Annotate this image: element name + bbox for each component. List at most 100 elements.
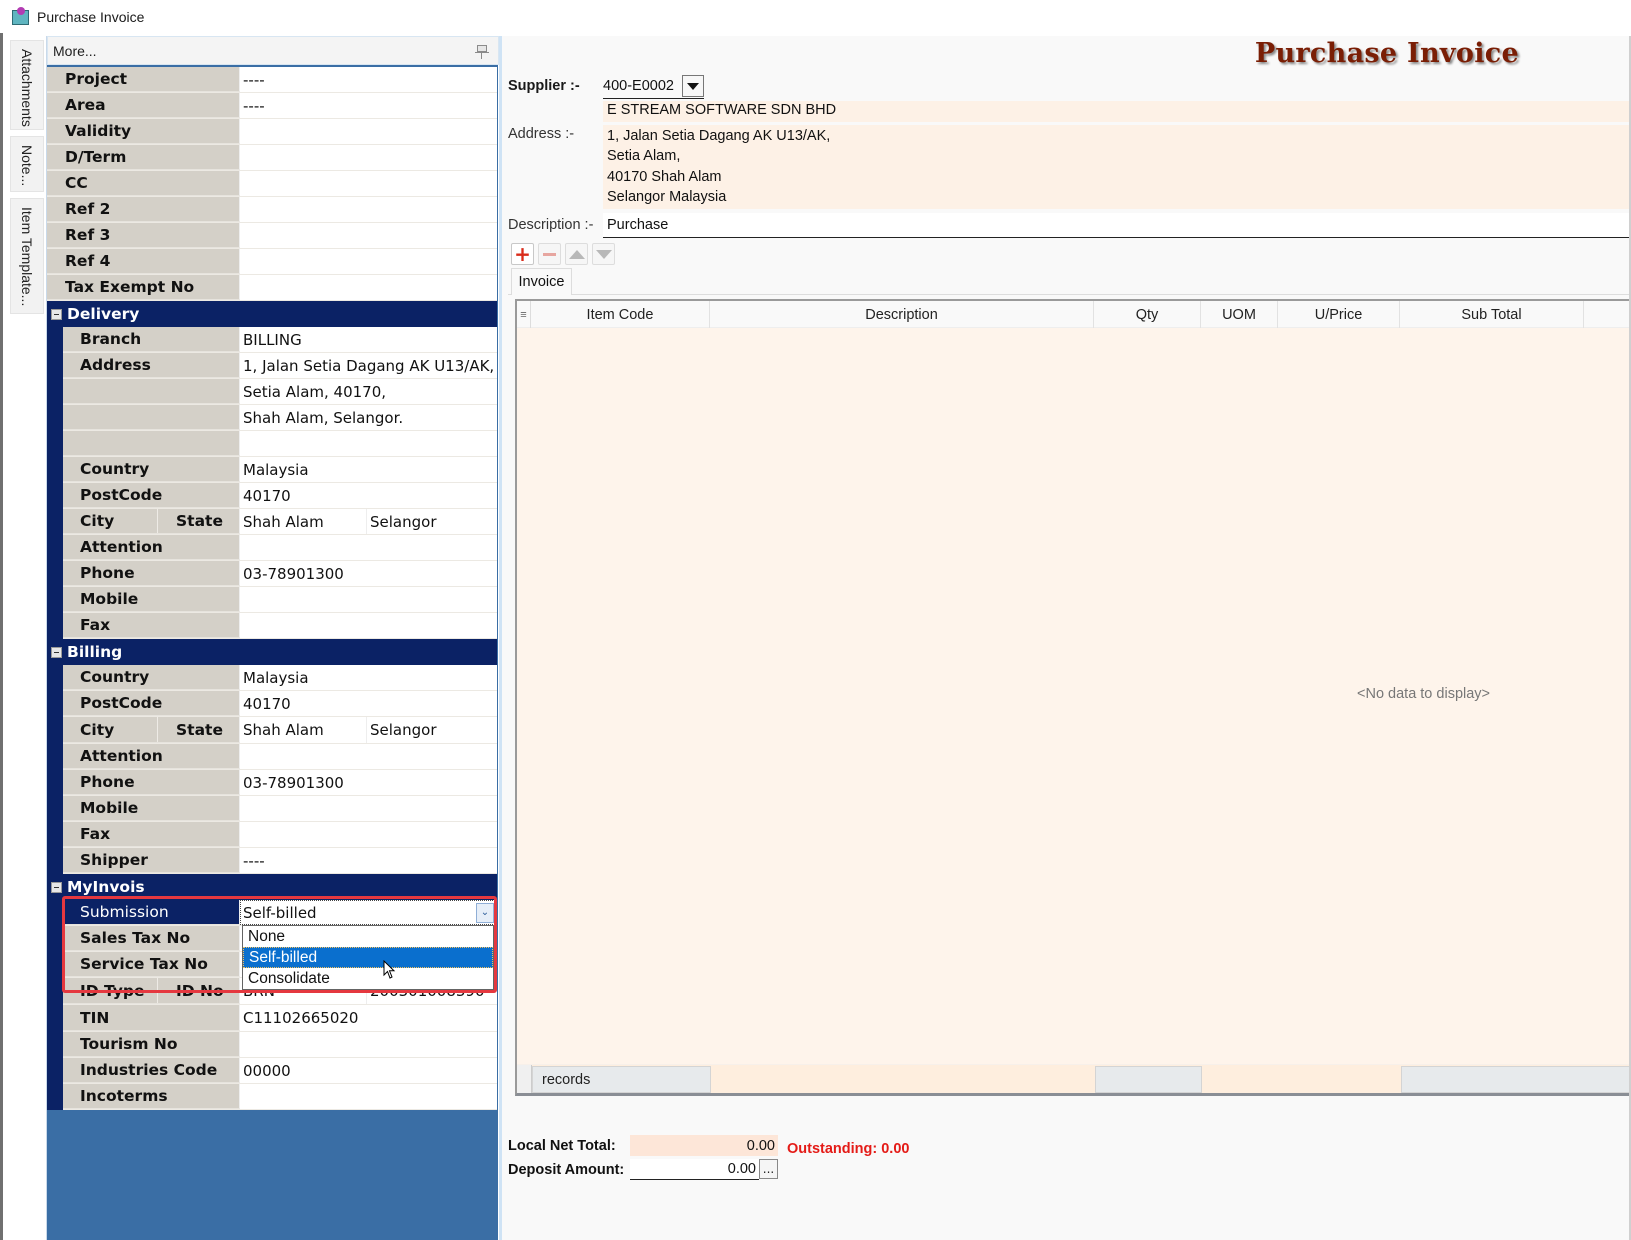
field-label: Fax [63,822,240,847]
delivery-address-line2[interactable]: Setia Alam, 40170, [240,379,497,404]
dterm-field[interactable] [240,145,497,170]
billing-postcode-field[interactable]: 40170 [240,691,497,716]
move-up-button[interactable] [565,243,588,265]
field-label: ID Type ID No [63,978,240,1004]
validity-field[interactable] [240,119,497,144]
delivery-address-line4[interactable] [240,431,497,456]
tin-field[interactable]: C11102665020 [240,1005,497,1031]
submission-select[interactable]: Self-billed ⌄ [240,900,497,925]
dropdown-option-self-billed[interactable]: Self-billed [243,947,493,968]
dropdown-option-consolidate[interactable]: Consolidate [243,968,493,989]
side-tabs: Attachments Note... Item Template... [10,40,44,320]
tax-exempt-field[interactable] [240,275,497,300]
more-panel: More... Project ---- Area ---- Validity D/… [46,36,499,1240]
delivery-address-line1[interactable]: 1, Jalan Setia Dagang AK U13/AK, [240,353,497,378]
delivery-address-row [63,431,497,457]
column-uprice[interactable]: U/Price [1278,301,1400,328]
supplier-label: Supplier :- [508,78,580,94]
empty-grid-message: <No data to display> [1357,686,1491,702]
supplier-select[interactable]: 400-E0002 [603,74,704,99]
description-input[interactable]: Purchase [603,213,1631,238]
column-qty[interactable]: Qty [1094,301,1201,328]
pin-icon[interactable] [474,43,490,59]
delivery-state-field[interactable]: Selangor [367,509,497,534]
move-down-button[interactable] [592,243,615,265]
delivery-postcode-field[interactable]: 40170 [240,483,497,508]
field-label: Ref 2 [47,197,240,222]
document-heading: Purchase Invoice [1254,38,1519,69]
add-row-button[interactable]: + [511,243,534,265]
chevron-down-icon[interactable]: ⌄ [476,902,494,923]
collapse-icon[interactable] [51,881,62,893]
side-tab-note[interactable]: Note... [10,136,44,192]
delivery-city-field[interactable]: Shah Alam [240,509,367,534]
column-subtotal[interactable]: Sub Total [1400,301,1584,328]
submission-dropdown-list: None Self-billed Consolidate [242,925,494,990]
delivery-branch-field[interactable]: BILLING [240,327,497,352]
state-label: State [176,512,223,530]
delivery-country-field[interactable]: Malaysia [240,457,497,482]
delivery-phone-field[interactable]: 03-78901300 [240,561,497,586]
side-tab-attachments[interactable]: Attachments [10,40,44,130]
delivery-mobile-field[interactable] [240,587,497,612]
incoterms-field[interactable] [240,1084,497,1109]
deposit-lookup-button[interactable]: ... [759,1159,778,1179]
billing-attention-field[interactable] [240,744,497,769]
dropdown-option-none[interactable]: None [243,926,493,947]
collapse-icon[interactable] [51,308,62,320]
field-label: Attention [63,744,240,769]
field-label: PostCode [63,691,240,716]
field-ref4: Ref 4 [47,249,497,275]
delivery-address-row: Address 1, Jalan Setia Dagang AK U13/AK, [63,353,497,379]
section-billing[interactable]: Billing [47,639,497,665]
deposit-amount-label: Deposit Amount: [508,1162,625,1178]
project-field[interactable]: ---- [240,67,497,92]
billing-state-field[interactable]: Selangor [367,717,497,743]
billing-city-field[interactable]: Shah Alam [240,717,367,743]
area-field[interactable]: ---- [240,93,497,118]
industries-code-field[interactable]: 00000 [240,1058,497,1083]
field-project: Project ---- [47,67,497,93]
delete-row-button[interactable] [538,243,561,265]
delivery-fax-field[interactable] [240,613,497,638]
column-uom[interactable]: UOM [1201,301,1278,328]
shipper-field[interactable]: ---- [240,848,497,873]
billing-country-field[interactable]: Malaysia [240,665,497,690]
address-line: Setia Alam, [607,148,681,164]
column-chooser-icon[interactable]: ≡ [517,301,531,328]
column-description[interactable]: Description [710,301,1094,328]
side-tab-item-template[interactable]: Item Template... [10,198,44,314]
section-delivery[interactable]: Delivery [47,301,497,327]
ref2-field[interactable] [240,197,497,222]
grid-header: ≡ Item Code Description Qty UOM U/Price … [517,301,1631,328]
field-label: TIN [63,1005,240,1031]
delivery-address-line3[interactable]: Shah Alam, Selangor. [240,405,497,430]
app-icon [11,6,31,27]
tourism-field[interactable] [240,1032,497,1057]
tab-invoice[interactable]: Invoice [511,268,572,295]
field-tax-exempt: Tax Exempt No [47,275,497,301]
dropdown-arrow-icon[interactable] [682,75,704,97]
cc-field[interactable] [240,171,497,196]
side-tab-label: Item Template... [19,207,35,307]
ref3-field[interactable] [240,223,497,248]
supplier-info: E STREAM SOFTWARE SDN BHD 1, Jalan Setia… [603,101,1631,209]
billing-mobile-field[interactable] [240,796,497,821]
grid-toolbar: + [511,243,615,265]
id-no-label: ID No [176,981,224,1000]
delivery-attention-field[interactable] [240,535,497,560]
field-label: Branch [63,327,240,352]
supplier-code: 400-E0002 [603,78,674,94]
column-item-code[interactable]: Item Code [531,301,710,328]
billing-fax-row: Fax [63,822,497,848]
collapse-icon[interactable] [51,646,62,658]
ref4-field[interactable] [240,249,497,274]
billing-fax-field[interactable] [240,822,497,847]
billing-phone-field[interactable]: 03-78901300 [240,770,497,795]
state-label: State [176,720,223,739]
deposit-amount-field[interactable]: 0.00 [630,1159,759,1180]
tourism-row: Tourism No [63,1032,497,1058]
field-label: Ref 4 [47,249,240,274]
section-myinvois[interactable]: MyInvois [47,874,497,900]
subtotal-summary [1401,1066,1631,1093]
